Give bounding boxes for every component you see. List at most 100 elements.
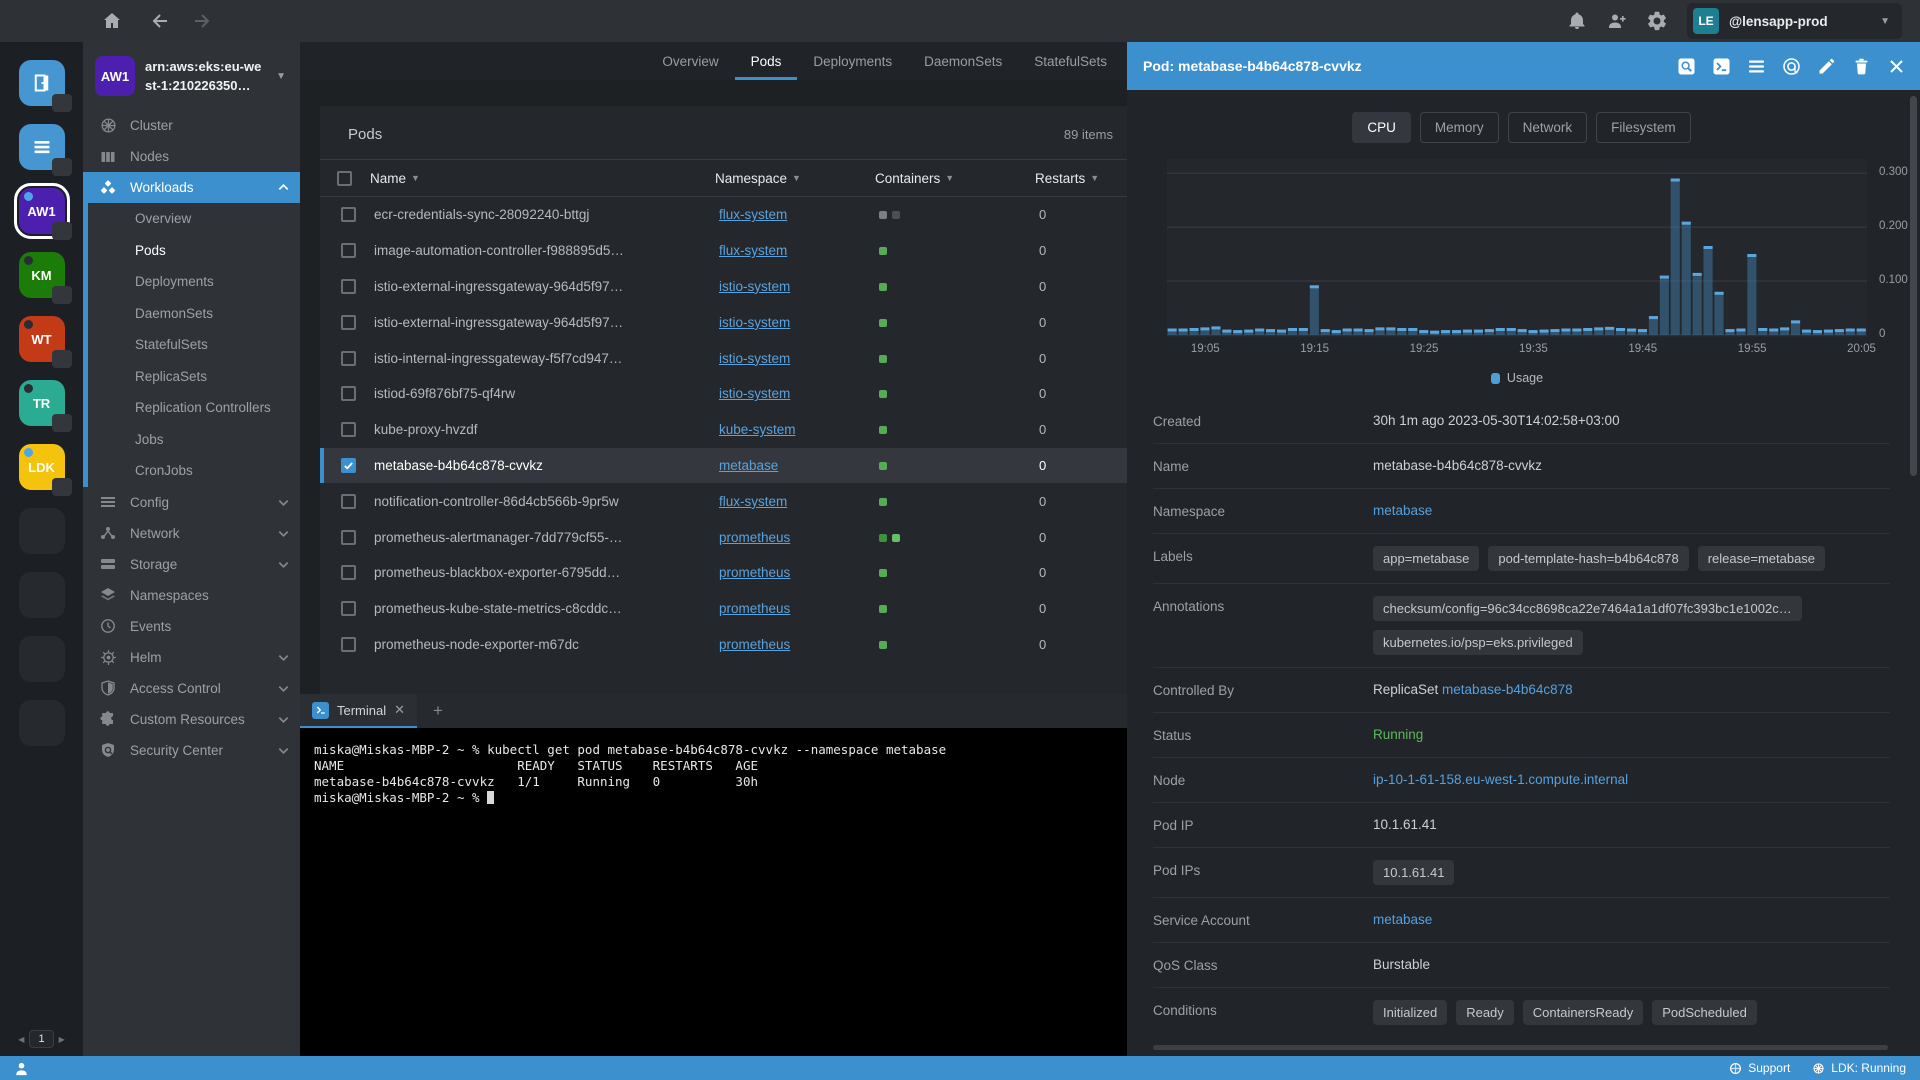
table-row[interactable]: prometheus-kube-state-metrics-c8cddc… pro…	[320, 591, 1127, 627]
namespace-link[interactable]: istio-system	[719, 315, 790, 330]
sidebar-item-helm[interactable]: Helm	[83, 642, 300, 673]
namespace-link[interactable]: prometheus	[719, 601, 790, 616]
cluster-km-button[interactable]: KM	[18, 252, 72, 304]
metric-tab-memory[interactable]: Memory	[1419, 112, 1499, 143]
sidebar-item-replication-controllers[interactable]: Replication Controllers	[83, 392, 300, 424]
metric-tab-filesystem[interactable]: Filesystem	[1596, 112, 1691, 143]
terminal-output[interactable]: miska@Miskas-MBP-2 ~ % kubectl get pod m…	[300, 728, 1127, 1056]
tab-daemonsets[interactable]: DaemonSets	[908, 45, 1018, 80]
sidebar-item-access-control[interactable]: Access Control	[83, 673, 300, 704]
badge[interactable]: PodScheduled	[1652, 1000, 1757, 1025]
row-checkbox[interactable]	[341, 314, 356, 330]
metric-tab-cpu[interactable]: CPU	[1352, 112, 1411, 143]
sidebar-item-custom-resources[interactable]: Custom Resources	[83, 704, 300, 735]
pod-shell-icon[interactable]	[1712, 57, 1731, 76]
metric-tab-network[interactable]: Network	[1507, 112, 1588, 143]
table-row[interactable]: kube-proxy-hvzdf kube-system 0	[320, 412, 1127, 448]
pod-delete-icon[interactable]	[1852, 57, 1871, 76]
tab-overview[interactable]: Overview	[646, 45, 734, 80]
column-header-containers[interactable]: Containers ▼	[875, 171, 1035, 186]
row-checkbox[interactable]	[341, 422, 356, 438]
sidebar-item-nodes[interactable]: Nodes	[83, 141, 300, 172]
cluster-status[interactable]: LDK: Running	[1812, 1061, 1906, 1075]
sidebar-item-daemonsets[interactable]: DaemonSets	[83, 297, 300, 329]
close-terminal-icon[interactable]: ✕	[394, 702, 405, 718]
catalog-list-button[interactable]	[18, 124, 72, 176]
cluster-selector[interactable]: AW1 arn:aws:eks:eu-west-1:210226350… ▼	[83, 42, 300, 110]
table-row[interactable]: prometheus-blackbox-exporter-6795dd… prom…	[320, 555, 1127, 591]
row-checkbox[interactable]	[341, 350, 356, 366]
table-row[interactable]: istiod-69f876bf75-qf4rw istio-system 0	[320, 376, 1127, 412]
table-row[interactable]: image-automation-controller-f988895d5… fl…	[320, 233, 1127, 269]
row-checkbox[interactable]	[341, 457, 356, 473]
table-row[interactable]: prometheus-alertmanager-7dd779cf55-… prom…	[320, 519, 1127, 555]
terminal-tab[interactable]: Terminal ✕	[300, 694, 418, 728]
cluster-ldk-button[interactable]: LDK	[18, 444, 72, 496]
badge[interactable]: 10.1.61.41	[1373, 860, 1455, 885]
forward-icon[interactable]	[194, 11, 214, 31]
namespace-link[interactable]: flux-system	[719, 243, 787, 258]
detail-link[interactable]: metabase-b4b64c878	[1442, 682, 1573, 697]
namespace-link[interactable]: prometheus	[719, 530, 790, 545]
table-row[interactable]: metabase-b4b64c878-cvvkz metabase 0	[320, 447, 1127, 484]
sidebar-item-cluster[interactable]: Cluster	[83, 110, 300, 141]
page-number[interactable]: 1	[29, 1030, 54, 1048]
namespace-link[interactable]: prometheus	[719, 637, 790, 652]
row-checkbox[interactable]	[341, 386, 356, 402]
row-checkbox[interactable]	[341, 243, 356, 259]
detail-scrollbar-vertical[interactable]	[1910, 96, 1917, 476]
table-row[interactable]: prometheus-node-exporter-m67dc prometheus…	[320, 627, 1127, 663]
badge[interactable]: release=metabase	[1697, 546, 1826, 571]
cluster-tr-button[interactable]: TR	[18, 380, 72, 432]
new-terminal-icon[interactable]: +	[417, 694, 459, 728]
account-switcher[interactable]: LE @lensapp-prod ▼	[1687, 3, 1902, 39]
sidebar-item-cronjobs[interactable]: CronJobs	[83, 455, 300, 487]
select-all-checkbox[interactable]	[337, 170, 352, 186]
sidebar-item-storage[interactable]: Storage	[83, 549, 300, 580]
row-checkbox[interactable]	[341, 529, 356, 545]
namespace-link[interactable]: flux-system	[719, 494, 787, 509]
namespace-link[interactable]: prometheus	[719, 565, 790, 580]
badge[interactable]: ContainersReady	[1522, 1000, 1644, 1025]
invite-user-icon[interactable]	[1607, 11, 1627, 31]
namespace-link[interactable]: flux-system	[719, 207, 787, 222]
catalog-door-button[interactable]	[18, 60, 72, 112]
badge[interactable]: Ready	[1456, 1000, 1514, 1025]
page-next-icon[interactable]: ▶	[59, 1035, 65, 1044]
home-icon[interactable]	[102, 11, 122, 31]
table-row[interactable]: istio-external-ingressgateway-964d5f97… i…	[320, 304, 1127, 340]
table-row[interactable]: istio-internal-ingressgateway-f5f7cd947……	[320, 340, 1127, 376]
sidebar-item-replicasets[interactable]: ReplicaSets	[83, 360, 300, 392]
namespace-link[interactable]: kube-system	[719, 422, 796, 437]
sidebar-item-network[interactable]: Network	[83, 518, 300, 549]
detail-link[interactable]: ip-10-1-61-158.eu-west-1.compute.interna…	[1373, 772, 1628, 787]
badge[interactable]: Initialized	[1373, 1000, 1448, 1025]
column-header-restarts[interactable]: Restarts ▼	[1035, 171, 1127, 186]
pod-attach-icon[interactable]	[1782, 57, 1801, 76]
badge[interactable]: app=metabase	[1373, 546, 1480, 571]
sidebar-item-namespaces[interactable]: Namespaces	[83, 580, 300, 611]
sidebar-item-workloads[interactable]: Workloads	[83, 172, 300, 203]
namespace-link[interactable]: metabase	[719, 458, 778, 473]
row-checkbox[interactable]	[341, 493, 356, 509]
notifications-icon[interactable]	[1567, 11, 1587, 31]
settings-gear-icon[interactable]	[1647, 11, 1667, 31]
support-link[interactable]: Support	[1729, 1061, 1790, 1075]
detail-scrollbar-horizontal[interactable]	[1153, 1045, 1888, 1050]
table-row[interactable]: ecr-credentials-sync-28092240-bttgj flux-…	[320, 197, 1127, 233]
row-checkbox[interactable]	[341, 565, 356, 581]
tab-pods[interactable]: Pods	[734, 45, 798, 80]
back-icon[interactable]	[148, 11, 168, 31]
row-checkbox[interactable]	[341, 601, 356, 617]
cluster-aw1-button[interactable]: AW1	[13, 183, 72, 240]
sidebar-item-pods[interactable]: Pods	[83, 234, 300, 266]
pod-edit-icon[interactable]	[1817, 57, 1836, 76]
pod-close-icon[interactable]	[1887, 57, 1906, 76]
namespace-link[interactable]: istio-system	[719, 386, 790, 401]
row-checkbox[interactable]	[341, 207, 356, 223]
row-checkbox[interactable]	[341, 278, 356, 294]
detail-link[interactable]: metabase	[1373, 912, 1432, 927]
column-header-namespace[interactable]: Namespace ▼	[715, 171, 875, 186]
namespace-link[interactable]: istio-system	[719, 351, 790, 366]
tab-statefulsets[interactable]: StatefulSets	[1018, 45, 1123, 80]
